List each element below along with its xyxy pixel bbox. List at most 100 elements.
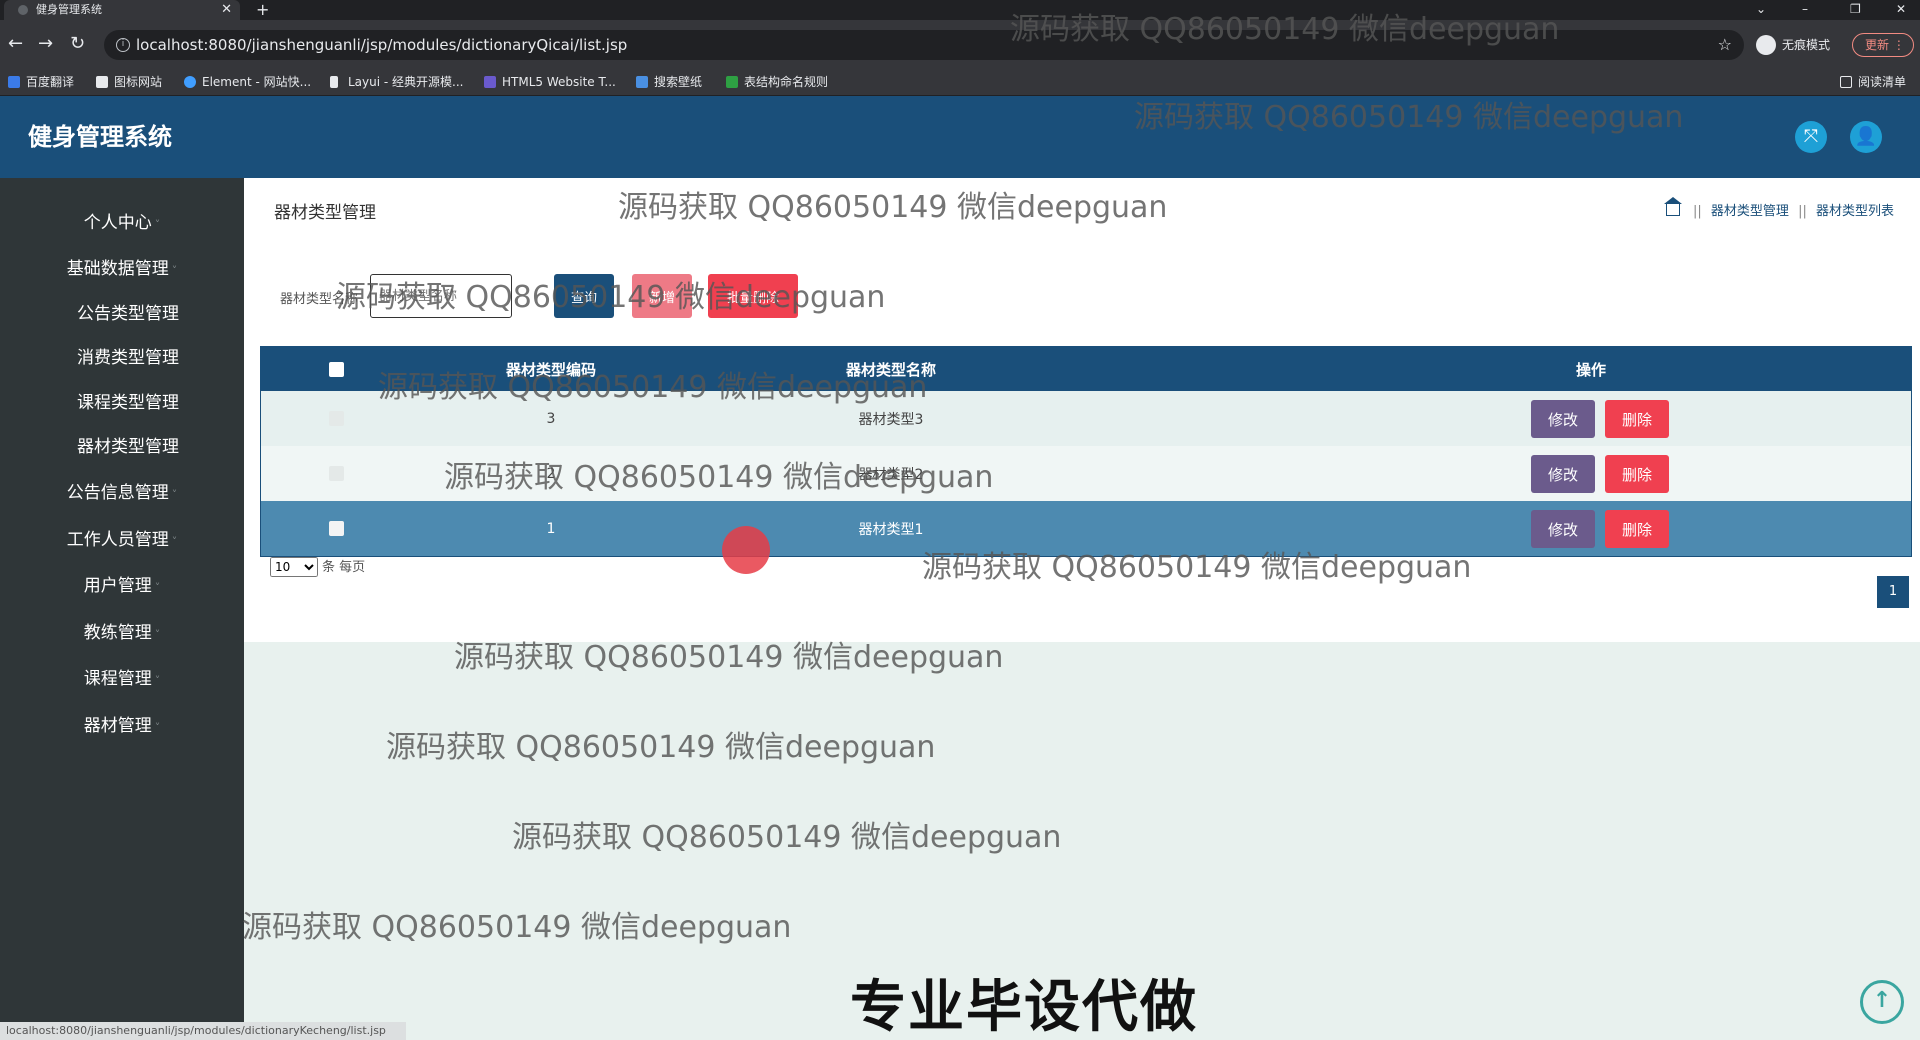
bookmark-wallpaper[interactable]: 搜索壁纸 [636, 74, 702, 90]
page-size-suffix: 条 每页 [322, 560, 366, 575]
wallpaper-icon [636, 76, 648, 88]
reading-list-label: 阅读清单 [1858, 75, 1907, 89]
breadcrumb-list: 器材类型列表 [1815, 204, 1894, 219]
sidebar-item-courses[interactable]: 课程管理 ˅ [0, 656, 244, 702]
bookmark-element[interactable]: Element - 网站快... [184, 74, 311, 90]
sidebar-item-label: 公告信息管理 [66, 483, 169, 503]
back-icon[interactable]: ← [8, 34, 23, 54]
user-icon[interactable]: 👤 [1850, 121, 1882, 153]
delete-button[interactable]: 删除 [1605, 455, 1669, 493]
watermark: 源码获取 QQ86050149 微信deepguan [922, 550, 1472, 585]
bookmark-baidu-translate[interactable]: 百度翻译 [8, 74, 74, 90]
reload-icon[interactable]: ↻ [70, 34, 85, 54]
new-tab-button[interactable]: + [256, 0, 269, 20]
restore-icon[interactable]: ❐ [1850, 0, 1861, 18]
tab-title: 健身管理系统 [36, 3, 102, 16]
sidebar-item-course-type[interactable]: 课程类型管理 [6, 380, 250, 426]
delete-button[interactable]: 删除 [1605, 400, 1669, 438]
page-size-control: 10 条 每页 [270, 556, 365, 577]
watermark: 源码获取 QQ86050149 微信deepguan [454, 640, 1004, 675]
page-size-select[interactable]: 10 [270, 557, 318, 577]
sidebar-item-label: 个人中心 [83, 213, 152, 233]
select-all-checkbox[interactable] [328, 361, 344, 377]
bookmark-html5[interactable]: HTML5 Website T... [484, 74, 616, 90]
sidebar-item-label: 课程管理 [83, 669, 152, 689]
breadcrumb-separator: || [1693, 204, 1702, 219]
sidebar-item-coaches[interactable]: 教练管理 ˅ [0, 610, 244, 656]
delete-button[interactable]: 删除 [1605, 510, 1669, 548]
bookmark-layui[interactable]: Layui - 经典开源模... [330, 74, 463, 90]
bookmark-star-icon[interactable]: ☆ [1718, 30, 1732, 60]
sidebar-item-label: 课程类型管理 [77, 393, 179, 413]
arrow-up-icon[interactable]: ↑ [1860, 980, 1904, 1024]
home-icon[interactable] [1663, 197, 1682, 216]
row-checkbox[interactable] [328, 466, 344, 481]
bookmark-label: 搜索壁纸 [654, 75, 703, 89]
naming-rules-icon [726, 76, 738, 88]
sidebar-item-label: 用户管理 [83, 576, 152, 596]
chevron-icon: ˅ [154, 581, 161, 594]
cell-code: 1 [546, 520, 556, 537]
sidebar-item-notice-info[interactable]: 公告信息管理 ˅ [0, 470, 244, 516]
incognito-indicator[interactable]: 无痕模式 [1756, 33, 1830, 57]
page-title: 器材类型管理 [274, 203, 376, 223]
update-label: 更新 [1865, 38, 1890, 52]
bookmark-naming-rules[interactable]: 表结构命名规则 [726, 74, 828, 90]
watermark: 源码获取 QQ86050149 微信deepguan [444, 460, 994, 495]
sidebar-item-basic-data[interactable]: 基础数据管理 ˅ [0, 246, 244, 292]
sidebar-item-equipment[interactable]: 器材管理 ˅ [0, 703, 244, 749]
reading-list[interactable]: 阅读清单 [1840, 74, 1906, 90]
sidebar-item-staff[interactable]: 工作人员管理 ˅ [0, 517, 244, 563]
chevron-icon: ˅ [171, 535, 178, 548]
status-bar-url: localhost:8080/jianshenguanli/jsp/module… [0, 1022, 406, 1040]
incognito-label: 无痕模式 [1782, 38, 1831, 52]
watermark: 源码获取 QQ86050149 微信deepguan [512, 820, 1062, 855]
row-checkbox[interactable] [328, 521, 344, 536]
layui-icon [330, 76, 338, 88]
sidebar-item-consume-type[interactable]: 消费类型管理 [6, 335, 250, 381]
flag-icon [96, 76, 108, 88]
bookmark-label: 表结构命名规则 [744, 75, 829, 89]
watermark: 源码获取 QQ86050149 微信deepguan [378, 370, 928, 405]
bookmark-label: Layui - 经典开源模... [348, 75, 464, 89]
row-checkbox-cell [261, 446, 411, 501]
update-button[interactable]: 更新 ⋮ [1852, 33, 1914, 57]
sidebar-item-label: 器材管理 [83, 716, 152, 736]
chevron-icon: ˅ [171, 264, 178, 277]
header-actions: 操作 [1575, 360, 1606, 379]
fullscreen-icon[interactable]: ⤧ [1795, 121, 1827, 153]
tab-close-icon[interactable]: ✕ [221, 0, 232, 20]
chevron-icon: ˅ [154, 628, 161, 641]
watermark: 源码获取 QQ86050149 微信deepguan [336, 280, 886, 315]
bookmark-icon-site[interactable]: 图标网站 [96, 74, 162, 90]
url-text: localhost:8080/jianshenguanli/jsp/module… [136, 36, 628, 54]
chevron-icon: ˅ [171, 488, 178, 501]
incognito-icon [1756, 35, 1776, 55]
minimize-icon[interactable]: – [1802, 0, 1808, 18]
tab-search-icon[interactable]: ⌄ [1756, 0, 1766, 18]
edit-button[interactable]: 修改 [1531, 400, 1595, 438]
bookmark-label: HTML5 Website T... [502, 75, 616, 89]
sidebar-item-equipment-type[interactable]: 器材类型管理 [6, 424, 250, 470]
browser-tab-bar: 健身管理系统 ✕ + ⌄ – ❐ ✕ [0, 0, 1920, 20]
browser-tab[interactable]: 健身管理系统 ✕ [4, 0, 240, 20]
bookmark-label: 百度翻译 [26, 75, 75, 89]
sidebar-item-users[interactable]: 用户管理 ˅ [0, 563, 244, 609]
sidebar-item-label: 消费类型管理 [77, 348, 179, 368]
site-info-icon[interactable]: i [116, 38, 130, 52]
window-close-icon[interactable]: ✕ [1896, 0, 1906, 18]
edit-button[interactable]: 修改 [1531, 510, 1595, 548]
sidebar-item-personal-center[interactable]: 个人中心 ˅ [0, 200, 244, 246]
sidebar-item-label: 器材类型管理 [77, 437, 179, 457]
bookmark-label: Element - 网站快... [202, 75, 312, 89]
breadcrumb-equipment-type[interactable]: 器材类型管理 [1711, 204, 1789, 219]
watermark: 源码获取 QQ86050149 微信deepguan [386, 730, 936, 765]
row-checkbox[interactable] [328, 411, 344, 426]
address-bar-row: ← → ↻ i localhost:8080/jianshenguanli/js… [0, 20, 1920, 68]
sidebar-item-notice-type[interactable]: 公告类型管理 [6, 291, 250, 337]
edit-button[interactable]: 修改 [1531, 455, 1595, 493]
page-button-current[interactable]: 1 [1877, 576, 1909, 608]
chevron-icon: ˅ [154, 721, 161, 734]
html5-icon [484, 76, 496, 88]
forward-icon[interactable]: → [38, 34, 53, 54]
